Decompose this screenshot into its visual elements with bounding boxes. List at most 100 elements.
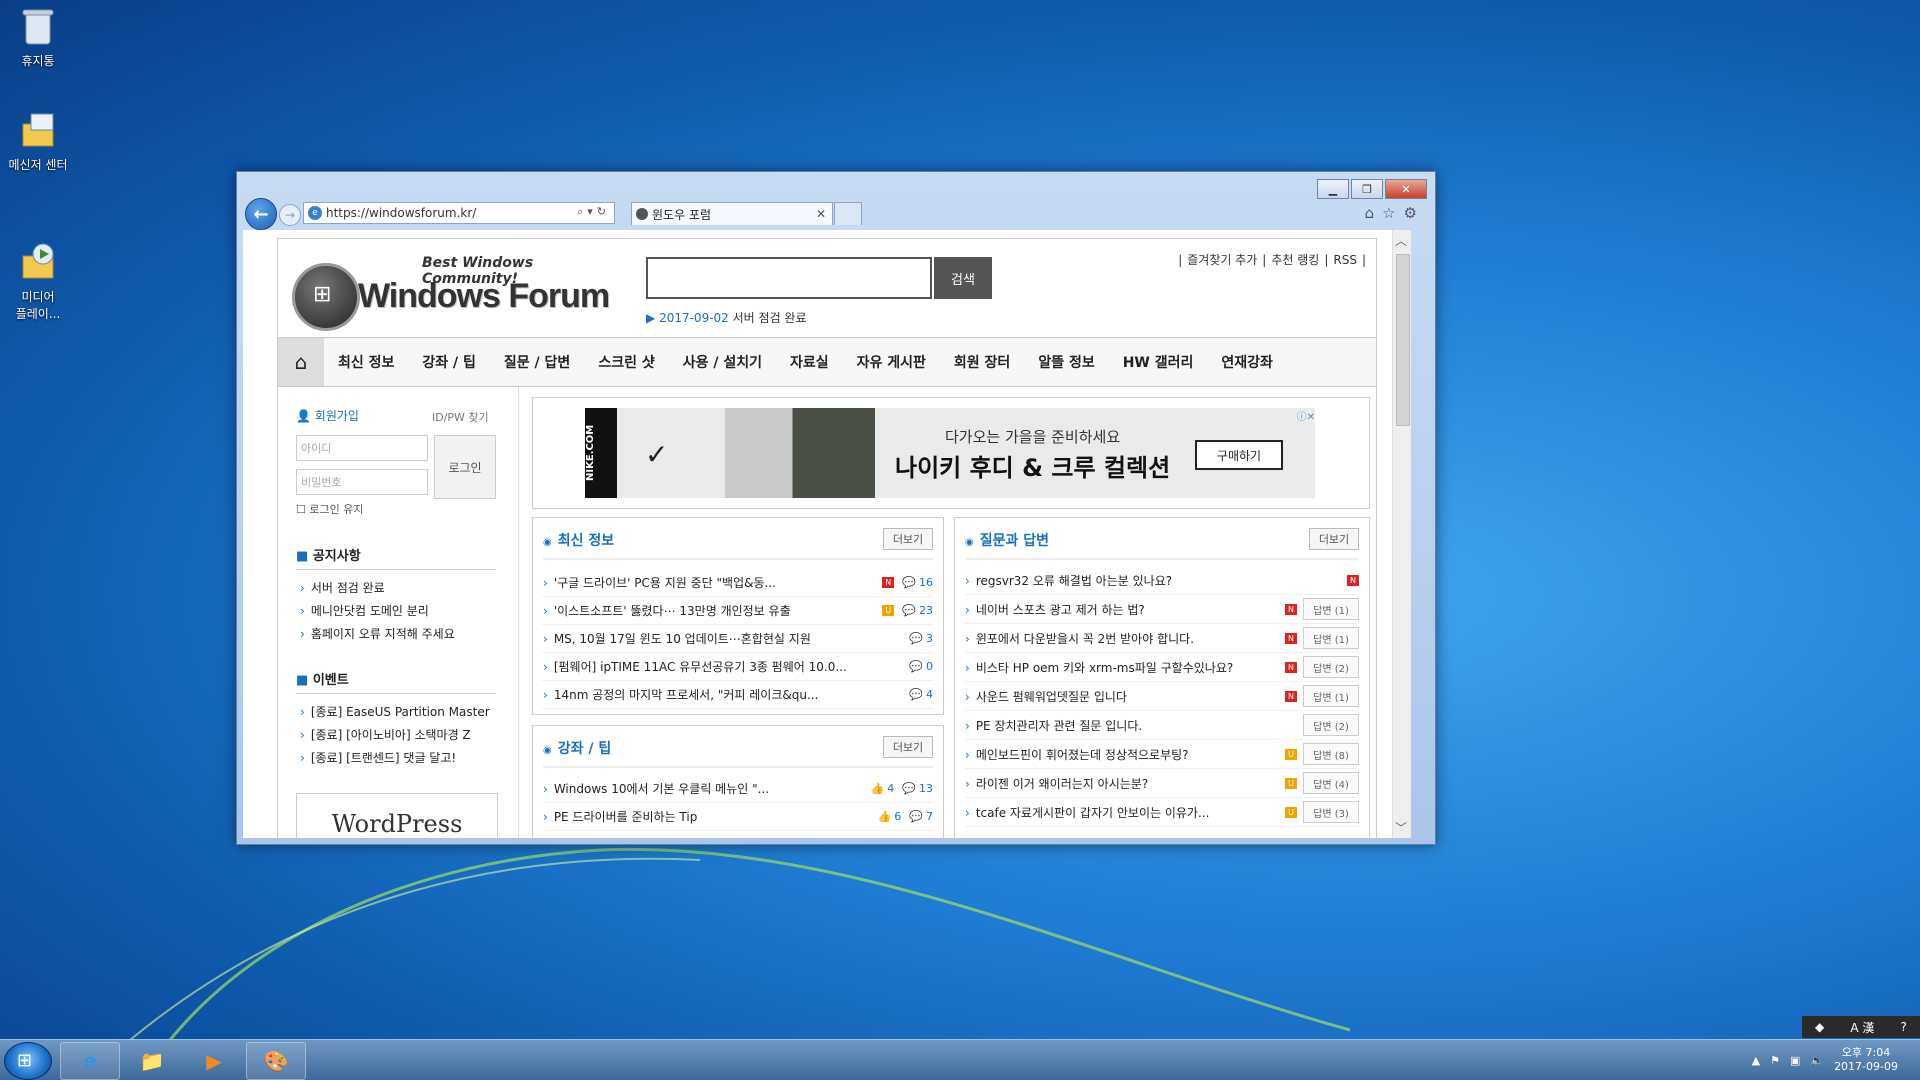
taskbar-ie-button[interactable]: e bbox=[60, 1042, 120, 1080]
menu-item-qna[interactable]: 질문 / 답변 bbox=[504, 352, 570, 372]
notice-item[interactable]: 홈페이지 오류 지적해 주세요 bbox=[300, 625, 500, 642]
header-notice[interactable]: ▶ 2017-09-02 서버 점검 완료 bbox=[646, 309, 807, 326]
qna-title[interactable]: 질문과 답변 bbox=[965, 530, 1049, 550]
answer-count-button[interactable]: 답변 (1) bbox=[1303, 598, 1359, 620]
search-input[interactable] bbox=[646, 257, 932, 299]
list-item[interactable]: 윈포에서 다운받을시 꼭 2번 받아야 합니다. N 답변 (1) bbox=[965, 624, 1359, 653]
list-item[interactable]: 네이버 스포츠 광고 제거 하는 법? N 답변 (1) bbox=[965, 595, 1359, 624]
qna-box: 질문과 답변 더보기 regsvr32 오류 해결법 아는분 있나요? N 네이버… bbox=[954, 517, 1370, 838]
notice-item[interactable]: 서버 점검 완료 bbox=[300, 579, 500, 596]
menu-item-install[interactable]: 사용 / 설치기 bbox=[683, 352, 762, 372]
list-item[interactable]: 라이젠 이거 왜이러는지 아시는분? U 답변 (4) bbox=[965, 769, 1359, 798]
tab-close-icon[interactable]: ✕ bbox=[816, 207, 826, 221]
ad-close-icon[interactable]: ⓘ✕ bbox=[1297, 408, 1315, 423]
scroll-down-icon[interactable]: ﹀ bbox=[1395, 819, 1407, 836]
tips-title[interactable]: 강좌 / 팁 bbox=[543, 738, 612, 758]
menu-item-free-board[interactable]: 자유 게시판 bbox=[857, 352, 926, 372]
id-input[interactable]: 아이디 bbox=[296, 435, 428, 461]
scroll-up-icon[interactable]: ︿ bbox=[1395, 232, 1407, 249]
menu-item-hw-gallery[interactable]: HW 갤러리 bbox=[1123, 352, 1194, 372]
desktop-icon-recycle-bin[interactable]: 휴지통 bbox=[6, 6, 70, 69]
start-button[interactable]: ⊞ bbox=[4, 1042, 52, 1080]
minimize-button[interactable]: ▁ bbox=[1317, 179, 1349, 199]
new-tab-button[interactable] bbox=[834, 202, 862, 225]
answer-count-button[interactable]: 답변 (1) bbox=[1303, 627, 1359, 649]
list-item[interactable]: 비스타 HP oem 키와 xrm-ms파일 구할수있나요? N 답변 (2) bbox=[965, 653, 1359, 682]
close-button[interactable]: ✕ bbox=[1385, 179, 1427, 199]
tray-expand-icon[interactable]: ▲ bbox=[1752, 1054, 1760, 1067]
back-button[interactable]: ← bbox=[245, 198, 277, 230]
menu-item-screenshot[interactable]: 스크린 샷 bbox=[598, 352, 654, 372]
keep-login-label: 로그인 유지 bbox=[309, 503, 364, 516]
taskbar-paint-button[interactable]: 🎨 bbox=[246, 1042, 306, 1080]
find-id-pw-link[interactable]: ID/PW 찾기 bbox=[432, 409, 489, 425]
settings-gear-icon[interactable]: ⚙ bbox=[1404, 204, 1417, 222]
menu-home-icon[interactable]: ⌂ bbox=[278, 338, 324, 386]
desktop-icon-messenger-center[interactable]: 메신저 센터 bbox=[6, 110, 70, 173]
answer-count-button[interactable]: 답변 (4) bbox=[1303, 772, 1359, 794]
search-button[interactable]: 검색 bbox=[934, 257, 992, 299]
latest-news-title[interactable]: 최신 정보 bbox=[543, 530, 614, 550]
event-item[interactable]: [종료] EaseUS Partition Master bbox=[300, 703, 500, 720]
site-logo[interactable]: ⊞ Best Windows Community! Windows Forum bbox=[292, 249, 612, 331]
answer-count-button[interactable]: 답변 (8) bbox=[1303, 743, 1359, 765]
address-bar[interactable]: e https://windowsforum.kr/ ⌕▾↻ bbox=[303, 202, 615, 224]
list-item[interactable]: PE 드라이버를 준비하는 Tip 👍6 💬7 bbox=[543, 802, 933, 831]
address-tools[interactable]: ⌕▾↻ bbox=[577, 205, 610, 219]
answer-count-button[interactable]: 답변 (3) bbox=[1303, 801, 1359, 823]
toplink-bookmark[interactable]: 즐겨찾기 추가 bbox=[1187, 253, 1257, 267]
list-item[interactable]: '이스트소프트' 뚫렸다⋯ 13만명 개인정보 유출 U 💬23 bbox=[543, 596, 933, 625]
event-item[interactable]: [종료] [아이노비아] 소택마경 Z bbox=[300, 726, 500, 743]
list-item[interactable]: 메인보드핀이 휘어졌는데 정상적으로부팅? U 답변 (8) bbox=[965, 740, 1359, 769]
toplink-ranking[interactable]: 추천 랭킹 bbox=[1271, 253, 1319, 267]
qna-more-button[interactable]: 더보기 bbox=[1309, 528, 1359, 550]
password-input[interactable]: 비밀번호 bbox=[296, 469, 428, 495]
forward-button[interactable]: → bbox=[279, 204, 301, 226]
list-item[interactable]: 14nm 공정의 마지막 프로세서, "커피 레이크&qu... 💬4 bbox=[543, 680, 933, 709]
ad-buy-button[interactable]: 구매하기 bbox=[1195, 440, 1283, 470]
desktop-icon-media-player[interactable]: 미디어 플레이... bbox=[6, 214, 70, 336]
menu-item-deals[interactable]: 알뜰 정보 bbox=[1038, 352, 1094, 372]
toplink-rss[interactable]: RSS bbox=[1333, 253, 1357, 267]
home-icon[interactable]: ⌂ bbox=[1365, 204, 1375, 222]
list-item[interactable]: tcafe 자료게시판이 갑자기 안보이는 이유가... U 답변 (3) bbox=[965, 798, 1359, 827]
answer-count-button[interactable]: 답변 (2) bbox=[1303, 714, 1359, 736]
menu-item-latest[interactable]: 최신 정보 bbox=[338, 352, 394, 372]
login-button[interactable]: 로그인 bbox=[434, 435, 496, 499]
ime-help-icon[interactable]: ? bbox=[1901, 1020, 1907, 1034]
menu-item-market[interactable]: 회원 장터 bbox=[954, 352, 1010, 372]
menu-item-files[interactable]: 자료실 bbox=[790, 352, 829, 372]
volume-icon[interactable]: 🔈 bbox=[1810, 1054, 1824, 1067]
taskbar-media-player-button[interactable]: ▶ bbox=[184, 1042, 244, 1080]
menu-item-series[interactable]: 연재강좌 bbox=[1221, 352, 1273, 372]
list-item[interactable]: '구글 드라이브' PC용 지원 중단 "백업&동... N 💬16 bbox=[543, 568, 933, 597]
clock[interactable]: 오후 7:04 2017-09-09 bbox=[1834, 1046, 1898, 1074]
taskbar-explorer-button[interactable]: 📁 bbox=[122, 1042, 182, 1080]
maximize-button[interactable]: ❐ bbox=[1351, 179, 1383, 199]
answer-count-button[interactable]: 답변 (1) bbox=[1303, 685, 1359, 707]
notice-item[interactable]: 메니안닷컴 도메인 분리 bbox=[300, 602, 500, 619]
item-title: Windows 10에서 기본 우클릭 메뉴인 "... bbox=[543, 780, 863, 797]
list-item[interactable]: [펌웨어] ipTIME 11AC 유무선공유기 3종 펌웨어 10.0... 💬… bbox=[543, 652, 933, 681]
tab-windows-forum[interactable]: 윈도우 포럼 ✕ bbox=[631, 202, 833, 225]
list-item[interactable]: regsvr32 오류 해결법 아는분 있나요? N bbox=[965, 566, 1359, 595]
list-item[interactable]: Windows 10에서 기본 우클릭 메뉴인 "... 👍4 💬13 bbox=[543, 774, 933, 803]
menu-item-tips[interactable]: 강좌 / 팁 bbox=[422, 352, 476, 372]
list-item[interactable]: PE 장치관리자 관련 질문 입니다. 답변 (2) bbox=[965, 711, 1359, 740]
event-item[interactable]: [종료] [트랜센드] 댓글 달고! bbox=[300, 749, 500, 766]
ime-language-bar[interactable]: ◆ A 漢 ? bbox=[1802, 1016, 1920, 1038]
tips-more-button[interactable]: 더보기 bbox=[883, 736, 933, 758]
network-icon[interactable]: ▣ bbox=[1790, 1054, 1800, 1067]
nike-ad-banner[interactable]: NIKE.COM ✓ 다가오는 가을을 준비하세요 나이키 후디 & 크루 컬렉… bbox=[532, 397, 1370, 509]
vertical-scrollbar[interactable]: ︿ ﹀ bbox=[1392, 230, 1411, 838]
latest-more-button[interactable]: 더보기 bbox=[883, 528, 933, 550]
action-center-flag-icon[interactable]: ⚑ bbox=[1770, 1054, 1780, 1067]
favorites-star-icon[interactable]: ☆ bbox=[1382, 204, 1395, 222]
list-item[interactable]: 사운드 펌웨워업뎃질문 입니다 N 답변 (1) bbox=[965, 682, 1359, 711]
wordpress-banner[interactable]: WordPress bbox=[296, 793, 498, 838]
answer-count-button[interactable]: 답변 (2) bbox=[1303, 656, 1359, 678]
list-item[interactable]: MS, 10월 17일 윈도 10 업데이트⋯혼합현실 지원 💬3 bbox=[543, 624, 933, 653]
keep-login-checkbox[interactable]: ☐ 로그인 유지 bbox=[296, 501, 363, 517]
scrollbar-thumb[interactable] bbox=[1396, 254, 1410, 426]
signup-link[interactable]: 👤 회원가입 bbox=[296, 407, 359, 424]
